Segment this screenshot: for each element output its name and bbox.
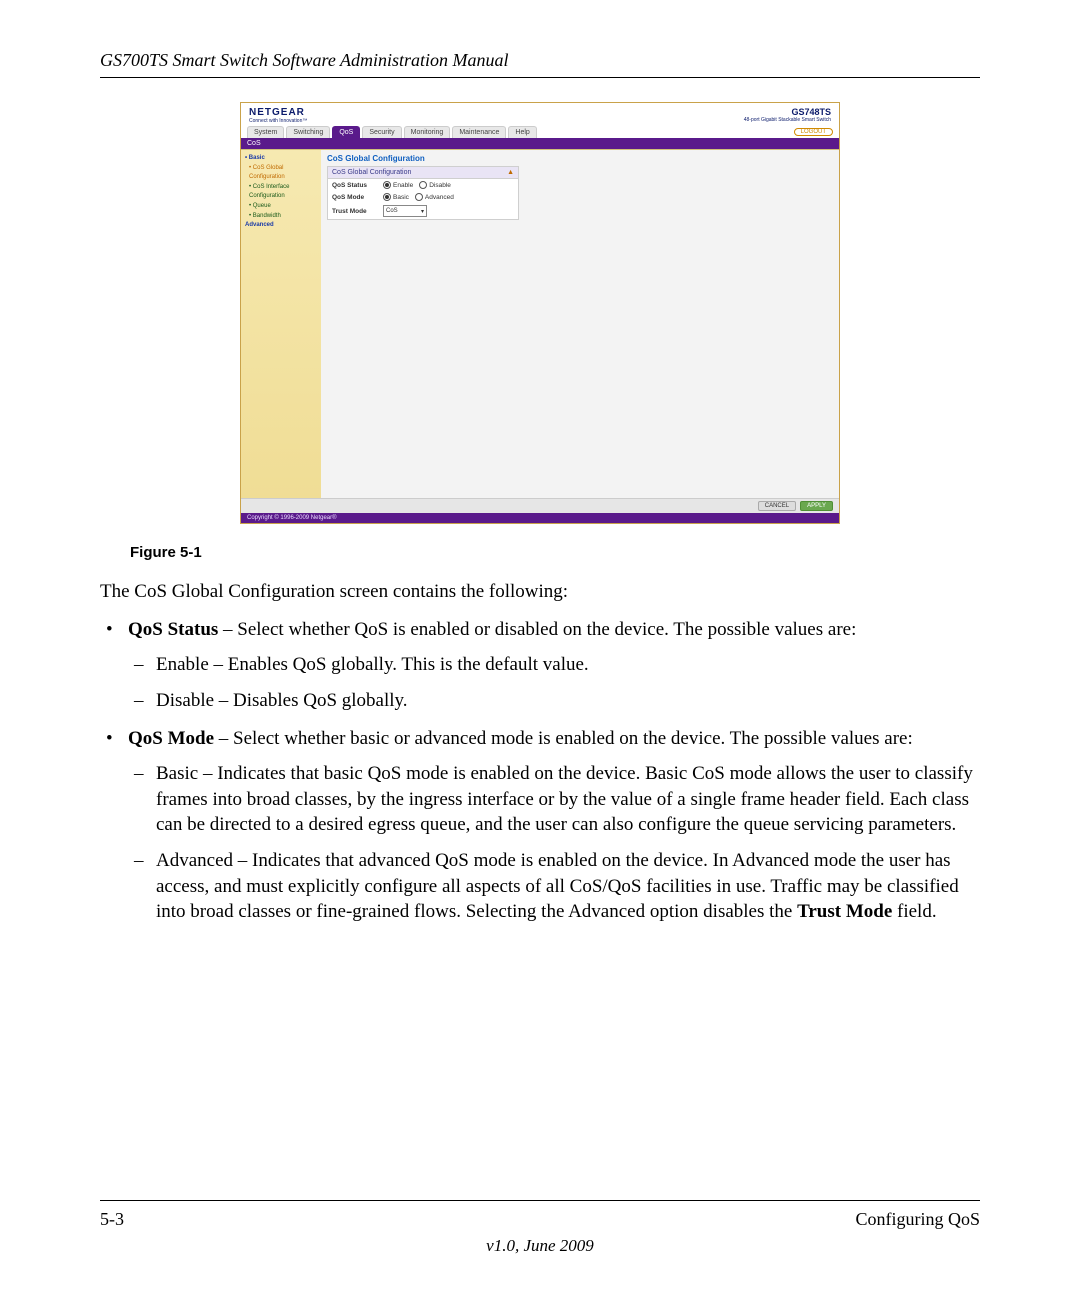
model-label: GS748TS 48-port Gigabit Stackable Smart …: [744, 107, 831, 123]
tab-monitoring[interactable]: Monitoring: [404, 126, 451, 138]
chevron-down-icon: ▾: [421, 208, 424, 215]
trust-mode-label: Trust Mode: [332, 208, 377, 215]
sidebar-group-advanced[interactable]: Advanced: [245, 222, 274, 228]
qos-status-enable-radio[interactable]: [383, 181, 391, 189]
intro-paragraph: The CoS Global Configuration screen cont…: [100, 579, 980, 605]
logout-button[interactable]: LOGOUT: [794, 128, 833, 136]
cancel-button[interactable]: CANCEL: [758, 501, 796, 511]
page-number: 5-3: [100, 1209, 124, 1230]
sidebar-item-bandwidth[interactable]: • Bandwidth: [245, 212, 317, 222]
qos-mode-label: QoS Mode: [332, 194, 377, 201]
apply-button[interactable]: APPLY: [800, 501, 833, 511]
figure-screenshot: NETGEAR Connect with Innovation™ GS748TS…: [240, 102, 840, 524]
copyright-bar: Copyright © 1996-2009 Netgear®: [241, 513, 839, 523]
sub-disable: Disable – Disables QoS globally.: [128, 688, 980, 714]
footer-rule: [100, 1200, 980, 1201]
tab-qos[interactable]: QoS: [332, 126, 360, 138]
tab-system[interactable]: System: [247, 126, 284, 138]
bullet-qos-mode: QoS Mode – Select whether basic or advan…: [100, 726, 980, 925]
qos-status-disable-radio[interactable]: [419, 181, 427, 189]
qos-mode-basic-radio[interactable]: [383, 193, 391, 201]
netgear-logo: NETGEAR Connect with Innovation™: [249, 107, 307, 124]
tab-security[interactable]: Security: [362, 126, 401, 138]
submenu-bar: CoS: [241, 138, 839, 149]
tab-maintenance[interactable]: Maintenance: [452, 126, 506, 138]
version-line: v1.0, June 2009: [100, 1236, 980, 1256]
section-title: Configuring QoS: [855, 1209, 980, 1230]
tab-switching[interactable]: Switching: [286, 126, 330, 138]
panel-box-title: CoS Global Configuration: [332, 169, 411, 176]
sidebar-group-basic[interactable]: • Basic: [245, 155, 265, 161]
tab-help[interactable]: Help: [508, 126, 536, 138]
bullet-qos-status: QoS Status – Select whether QoS is enabl…: [100, 617, 980, 714]
config-panel: CoS Global Configuration ▲ QoS Status En…: [327, 166, 519, 220]
main-tabs: System Switching QoS Security Monitoring…: [241, 126, 839, 138]
header-rule: [100, 77, 980, 78]
figure-caption: Figure 5-1: [130, 544, 980, 561]
sidebar-item-cos-global[interactable]: • CoS Global Configuration: [245, 164, 317, 183]
qos-status-label: QoS Status: [332, 182, 377, 189]
sidebar-item-queue[interactable]: • Queue: [245, 202, 317, 212]
collapse-icon[interactable]: ▲: [507, 169, 514, 176]
trust-mode-select[interactable]: CoS ▾: [383, 205, 427, 217]
panel-title: CoS Global Configuration: [327, 154, 833, 163]
sub-basic: Basic – Indicates that basic QoS mode is…: [128, 761, 980, 838]
qos-mode-advanced-radio[interactable]: [415, 193, 423, 201]
sub-advanced: Advanced – Indicates that advanced QoS m…: [128, 848, 980, 925]
sidebar-item-cos-interface[interactable]: • CoS Interface Configuration: [245, 183, 317, 202]
running-header: GS700TS Smart Switch Software Administra…: [100, 50, 980, 71]
sub-enable: Enable – Enables QoS globally. This is t…: [128, 652, 980, 678]
sidebar: • Basic • CoS Global Configuration • CoS…: [241, 150, 321, 498]
